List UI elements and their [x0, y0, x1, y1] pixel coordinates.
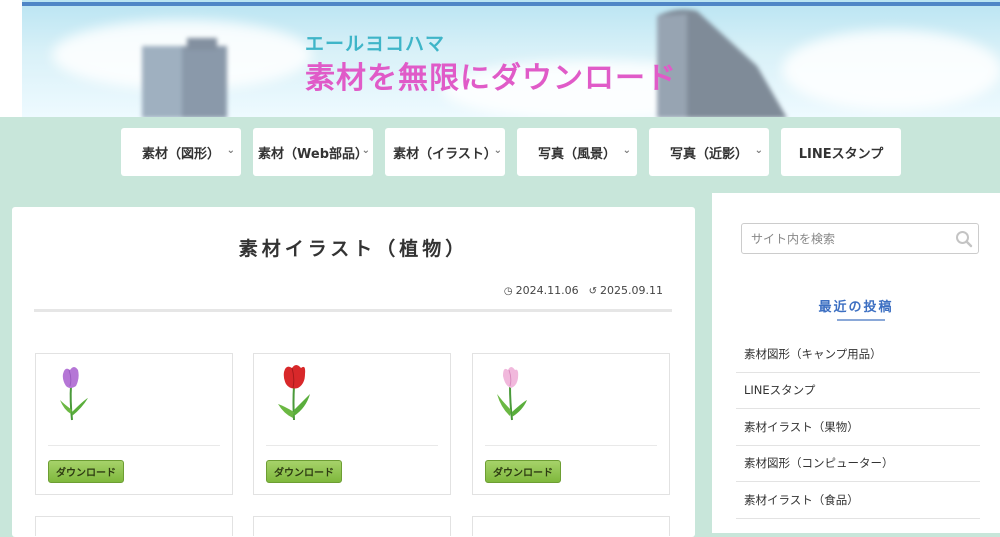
download-card	[35, 516, 233, 536]
chevron-down-icon: ⌄	[493, 145, 502, 156]
banner-top-line	[22, 2, 1000, 6]
download-card: ダウンロード	[472, 353, 670, 495]
recent-post-link[interactable]: 素材図形（キャンプ用品）	[736, 336, 980, 373]
published-date: ◷ 2024.11.06	[503, 284, 579, 297]
updated-date: ↺ 2025.09.11	[588, 284, 663, 297]
chevron-down-icon: ⌄	[226, 145, 235, 156]
page-title: 素材イラスト（植物）	[238, 238, 469, 260]
card-divider	[266, 445, 438, 446]
recent-post-link[interactable]: 素材図形（コンピューター）	[736, 446, 980, 482]
red-tulip-icon	[278, 365, 310, 421]
nav-item-label: 写真（近影）	[669, 146, 748, 162]
recent-posts-list: 素材図形（キャンプ用品） LINEスタンプ 素材イラスト（果物） 素材図形（コン…	[736, 336, 980, 519]
download-card	[253, 516, 451, 536]
card-divider	[485, 445, 657, 446]
nav-item-label: 素材（Web部品）	[258, 146, 368, 162]
chevron-down-icon: ⌄	[754, 145, 763, 156]
download-button[interactable]: ダウンロード	[485, 460, 561, 483]
recent-posts-heading: 最近の投稿	[818, 300, 894, 315]
nav-item-label: 素材（イラスト）	[393, 146, 497, 162]
header-banner: エールヨコハマ 素材を無限にダウンロード	[0, 0, 1000, 117]
nav-item-line-stamps[interactable]: LINEスタンプ	[781, 128, 901, 176]
site-title[interactable]: 素材を無限にダウンロード	[305, 53, 677, 97]
site-subtitle: エールヨコハマ	[305, 33, 446, 55]
title-divider	[34, 309, 672, 312]
search-icon[interactable]	[955, 230, 973, 248]
purple-tulip-icon	[60, 367, 88, 421]
recent-post-link[interactable]: LINEスタンプ	[736, 373, 980, 409]
nav-item-closeup-photos[interactable]: 写真（近影） ⌄	[649, 128, 769, 176]
nav-item-illustrations[interactable]: 素材（イラスト） ⌄	[385, 128, 505, 176]
refresh-icon: ↺	[588, 286, 598, 297]
chevron-down-icon: ⌄	[622, 145, 631, 156]
nav-item-label: 素材（図形）	[141, 146, 220, 162]
post-dates: ◷ 2024.11.06 ↺ 2025.09.11	[504, 284, 663, 297]
pink-tulip-icon	[497, 367, 527, 421]
download-card: ダウンロード	[35, 353, 233, 495]
card-divider	[48, 445, 220, 446]
search-input[interactable]: サイト内を検索	[741, 223, 979, 254]
sidebar: サイト内を検索 最近の投稿 素材図形（キャンプ用品） LINEスタンプ 素材イラ…	[712, 193, 1000, 533]
nav-item-landscape-photos[interactable]: 写真（風景） ⌄	[517, 128, 637, 176]
article-card: 素材イラスト（植物） ◷ 2024.11.06 ↺ 2025.09.11 ダウンロー…	[12, 207, 695, 537]
recent-post-link[interactable]: 素材イラスト（食品）	[736, 482, 980, 519]
download-card	[472, 516, 670, 536]
nav-item-label: LINEスタンプ	[798, 146, 884, 162]
heading-underline	[837, 319, 885, 321]
nav-item-web-parts[interactable]: 素材（Web部品） ⌄	[253, 128, 373, 176]
nav-item-label: 写真（風景）	[537, 146, 616, 162]
download-button[interactable]: ダウンロード	[48, 460, 124, 483]
recent-post-link[interactable]: 素材イラスト（果物）	[736, 409, 980, 446]
global-nav: 素材（図形） ⌄ 素材（Web部品） ⌄ 素材（イラスト） ⌄ 写真（風景） ⌄…	[0, 128, 1000, 176]
chevron-down-icon: ⌄	[361, 145, 370, 156]
download-button[interactable]: ダウンロード	[266, 460, 342, 483]
download-card: ダウンロード	[253, 353, 451, 495]
clock-icon: ◷	[503, 286, 513, 297]
nav-item-shapes[interactable]: 素材（図形） ⌄	[121, 128, 241, 176]
